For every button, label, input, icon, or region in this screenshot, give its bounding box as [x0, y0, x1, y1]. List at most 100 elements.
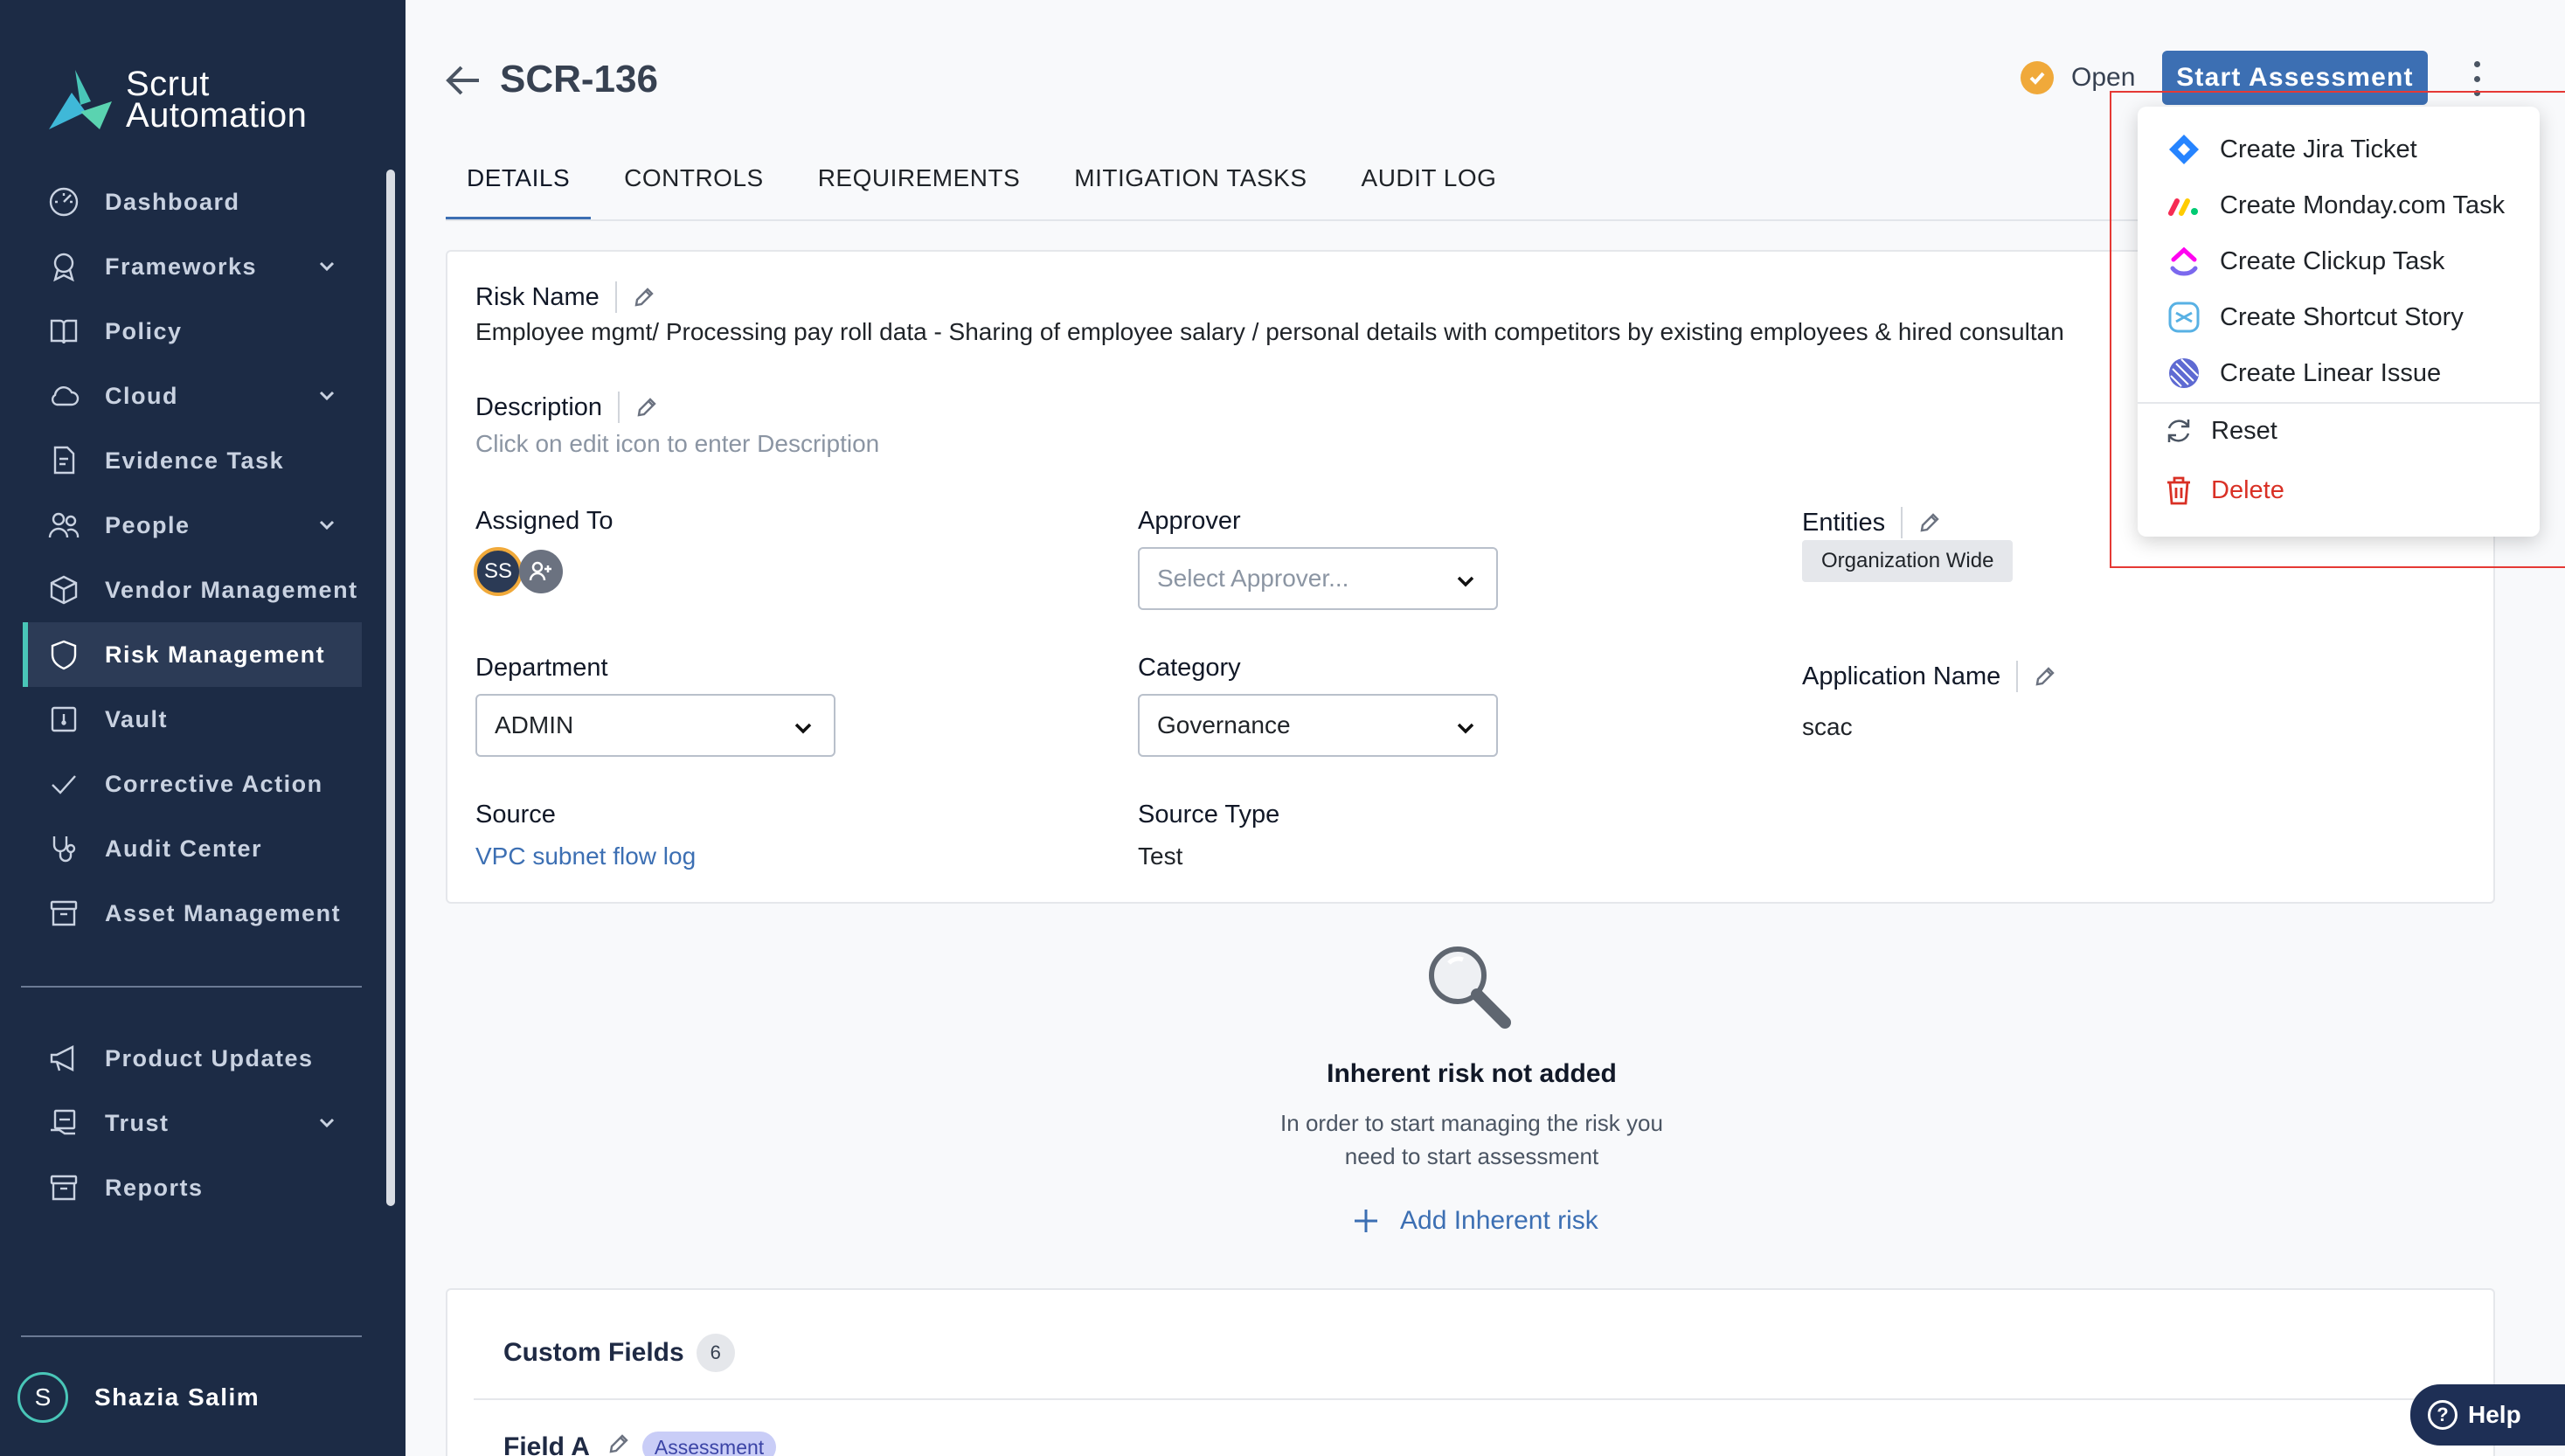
sidebar-item-label: Audit Center [105, 835, 262, 862]
sidebar-item-trust[interactable]: Trust [23, 1091, 362, 1155]
approver-label: Approver [1138, 507, 1241, 535]
tab-requirements[interactable]: REQUIREMENTS [797, 152, 1042, 220]
linear-icon [2169, 358, 2199, 388]
sidebar-item-audit-center[interactable]: Audit Center [23, 816, 362, 881]
tab-bar: DETAILS CONTROLS REQUIREMENTS MITIGATION… [446, 152, 1517, 220]
empty-state-description: In order to start managing the risk you … [1280, 1110, 1663, 1169]
department-label: Department [475, 654, 608, 682]
sidebar-item-vendor-management[interactable]: Vendor Management [23, 558, 362, 622]
page-title: SCR-136 [500, 58, 658, 101]
sidebar-item-label: Asset Management [105, 899, 342, 926]
back-arrow-icon[interactable] [444, 63, 482, 98]
risk-name-label-text: Risk Name [475, 282, 600, 311]
user-name: Shazia Salim [94, 1383, 260, 1411]
description-label-text: Description [475, 392, 603, 421]
sidebar-item-label: Vault [105, 705, 169, 732]
sidebar-item-label: Policy [105, 317, 183, 344]
tab-mitigation-tasks[interactable]: MITIGATION TASKS [1053, 152, 1328, 220]
avatar[interactable]: SS [474, 547, 523, 596]
help-button[interactable]: ? Help [2410, 1384, 2565, 1446]
application-name-value: scac [1802, 713, 1853, 740]
sidebar-divider [21, 986, 362, 988]
plus-icon [1355, 1210, 1377, 1232]
department-value: ADMIN [495, 711, 574, 738]
trust-icon [47, 1106, 80, 1140]
shield-icon [47, 638, 80, 671]
sidebar-scrollbar[interactable] [386, 170, 395, 1206]
user-profile[interactable]: S Shazia Salim [17, 1372, 260, 1423]
status-text: Open [2071, 63, 2136, 92]
department-select[interactable]: ADMIN [475, 694, 835, 757]
clickup-icon [2170, 246, 2198, 276]
add-inherent-risk-button[interactable]: Add Inherent risk [1353, 1206, 1598, 1236]
sidebar-item-asset-management[interactable]: Asset Management [23, 881, 362, 946]
source-link[interactable]: VPC subnet flow log [475, 842, 696, 870]
menu-item-create-jira-ticket[interactable]: Create Jira Ticket [2167, 133, 2417, 166]
assessment-tag: Assessment [641, 1432, 777, 1456]
scrut-logo[interactable]: Scrut Automation [45, 66, 307, 133]
add-user-icon[interactable] [519, 550, 563, 593]
reports-icon [47, 1171, 80, 1204]
assigned-to-label: Assigned To [475, 507, 614, 535]
pencil-icon[interactable] [590, 1432, 630, 1456]
sidebar-item-evidence-task[interactable]: Evidence Task [23, 428, 362, 493]
sidebar-item-corrective-action[interactable]: Corrective Action [23, 752, 362, 816]
tab-controls[interactable]: CONTROLS [603, 152, 785, 220]
description-label: Description [475, 392, 658, 423]
empty-state-title: Inherent risk not added [1327, 1059, 1617, 1088]
sidebar-item-label: Dashboard [105, 188, 240, 215]
sidebar-item-label: Risk Management [105, 641, 326, 668]
menu-item-create-shortcut-story[interactable]: Create Shortcut Story [2167, 301, 2464, 334]
sidebar-item-people[interactable]: People [23, 493, 362, 558]
risk-name-label: Risk Name [475, 281, 655, 313]
menu-item-create-clickup-task[interactable]: Create Clickup Task [2167, 245, 2444, 278]
sidebar-item-dashboard[interactable]: Dashboard [23, 170, 362, 234]
pencil-icon[interactable] [614, 281, 655, 313]
menu-item-reset[interactable]: Reset [2162, 414, 2277, 447]
assignee-avatars: SS [474, 547, 563, 596]
menu-item-create-linear-issue[interactable]: Create Linear Issue [2167, 357, 2441, 390]
category-select[interactable]: Governance [1138, 694, 1498, 757]
description-value: Click on edit icon to enter Description [475, 430, 880, 457]
avatar: S [17, 1372, 68, 1423]
source-type-value: Test [1138, 842, 1183, 870]
chevron-down-icon [1454, 570, 1477, 593]
menu-divider [2138, 402, 2540, 404]
pencil-icon[interactable] [1901, 507, 1941, 538]
sidebar-item-policy[interactable]: Policy [23, 299, 362, 364]
menu-item-label: Create Clickup Task [2220, 246, 2445, 275]
sidebar-item-cloud[interactable]: Cloud [23, 364, 362, 428]
tab-details[interactable]: DETAILS [446, 152, 592, 220]
source-label: Source [475, 801, 556, 829]
cloud-icon [47, 379, 80, 413]
more-options-menu: Create Jira Ticket Create Monday.com Tas… [2138, 107, 2540, 537]
sidebar-item-label: Cloud [105, 382, 178, 409]
book-icon [47, 315, 80, 348]
archive-icon [47, 897, 80, 930]
chevron-down-icon[interactable] [316, 514, 337, 535]
chevron-down-icon[interactable] [316, 1112, 337, 1133]
custom-fields-card: Custom Fields 6 Field A Assessment [446, 1288, 2495, 1456]
menu-item-delete[interactable]: Delete [2162, 474, 2284, 507]
sidebar-item-frameworks[interactable]: Frameworks [23, 234, 362, 299]
source-type-label: Source Type [1138, 801, 1280, 829]
pencil-icon[interactable] [2016, 661, 2056, 692]
chevron-down-icon[interactable] [316, 385, 337, 406]
menu-item-create-monday-task[interactable]: Create Monday.com Task [2167, 189, 2505, 222]
sidebar-item-label: People [105, 511, 191, 538]
sidebar-item-reports[interactable]: Reports [23, 1155, 362, 1220]
menu-item-label: Create Jira Ticket [2220, 135, 2417, 163]
sidebar-item-risk-management[interactable]: Risk Management [23, 622, 362, 687]
application-name-label: Application Name [1802, 661, 2056, 692]
approver-select[interactable]: Select Approver... [1138, 547, 1498, 610]
pencil-icon[interactable] [618, 392, 658, 423]
sidebar-nav: Dashboard Frameworks Policy Cloud Eviden… [23, 170, 362, 946]
custom-fields-title: Custom Fields 6 [503, 1334, 735, 1372]
chevron-down-icon[interactable] [316, 255, 337, 276]
tab-audit-log[interactable]: AUDIT LOG [1341, 152, 1518, 220]
brand-name: Scrut Automation [126, 66, 308, 135]
entity-chip: Organization Wide [1802, 540, 2014, 582]
sidebar-item-vault[interactable]: Vault [23, 687, 362, 752]
brand-line-2: Automation [126, 96, 308, 135]
add-inherent-risk-label: Add Inherent risk [1400, 1206, 1598, 1235]
